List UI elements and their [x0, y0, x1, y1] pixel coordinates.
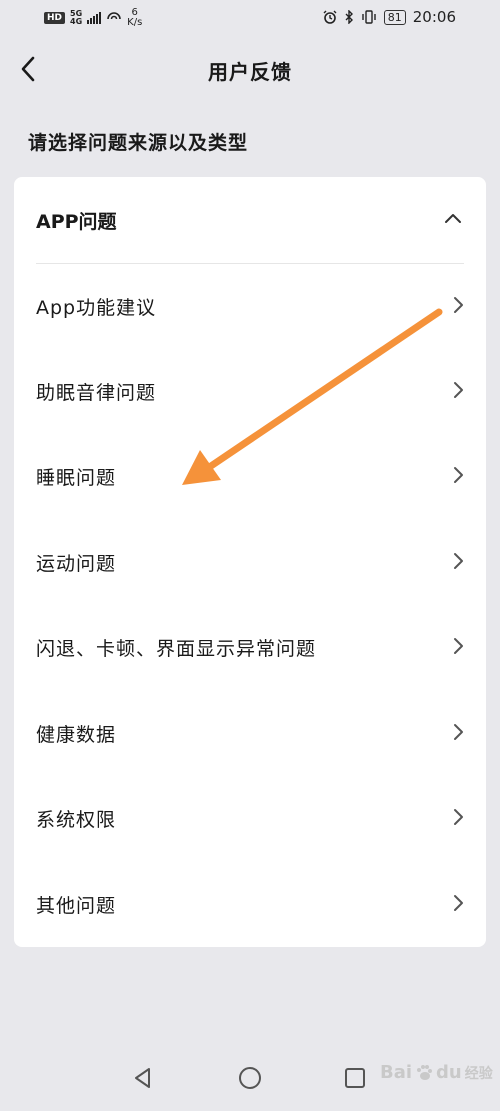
item-label: 睡眠问题 [36, 467, 117, 489]
chevron-right-icon [454, 553, 463, 569]
bluetooth-icon [345, 10, 353, 24]
list-item[interactable]: App功能建议 [14, 265, 486, 349]
network-speed: 6 K/s [127, 8, 142, 28]
hd-badge: HD [44, 12, 66, 24]
item-label: App功能建议 [36, 297, 157, 319]
alarm-icon [323, 10, 337, 24]
status-right: 81 20:06 [323, 8, 456, 26]
baidu-watermark: Bai du 经验 [380, 1062, 493, 1083]
status-time: 20:06 [412, 8, 456, 26]
nav-home-icon[interactable] [237, 1065, 263, 1091]
network-indicator: 5G 4G [70, 10, 82, 26]
chevron-right-icon [454, 724, 463, 740]
network-sub: 4G [70, 17, 83, 26]
item-label: 系统权限 [36, 809, 117, 831]
list-item[interactable]: 助眠音律问题 [14, 350, 486, 434]
item-label: 其他问题 [36, 895, 117, 917]
battery-icon: 81 [383, 9, 406, 25]
chevron-right-icon [454, 895, 463, 911]
list-item[interactable]: 健康数据 [14, 692, 486, 776]
vibrate-icon [362, 10, 376, 24]
watermark-brand: Bai [380, 1062, 413, 1083]
divider [36, 263, 464, 264]
status-bar: HD 5G 4G 6 K/s 81 20:06 [0, 0, 500, 34]
item-label: 运动问题 [36, 553, 117, 575]
chevron-right-icon [454, 638, 463, 654]
list-item[interactable]: 系统权限 [14, 777, 486, 861]
navigation-bar: 用户反馈 [0, 34, 500, 104]
list-item[interactable]: 其他问题 [14, 863, 486, 947]
chevron-right-icon [454, 297, 463, 313]
app-issues-label: APP问题 [36, 211, 117, 233]
list-item[interactable]: 运动问题 [14, 521, 486, 605]
chevron-right-icon [454, 382, 463, 398]
wifi-icon [106, 12, 123, 25]
page-title: 用户反馈 [208, 60, 292, 84]
feedback-category-card: APP问题 App功能建议 助眠音律问题 睡眠问题 运动问题 闪退、卡顿、界面显… [14, 177, 486, 947]
section-title: 请选择问题来源以及类型 [28, 132, 249, 154]
nav-back-icon[interactable] [130, 1065, 156, 1091]
status-left: HD 5G 4G 6 K/s [44, 8, 142, 28]
nav-recents-icon[interactable] [342, 1065, 368, 1091]
speed-unit: K/s [127, 17, 143, 28]
chevron-up-icon [445, 214, 461, 223]
chevron-right-icon [454, 467, 463, 483]
signal-icon [87, 12, 102, 24]
app-issues-header[interactable]: APP问题 [14, 177, 486, 263]
item-label: 闪退、卡顿、界面显示异常问题 [36, 638, 317, 660]
watermark-sub: 经验 [464, 1065, 493, 1082]
item-label: 健康数据 [36, 724, 117, 746]
list-item[interactable]: 闪退、卡顿、界面显示异常问题 [14, 606, 486, 690]
item-label: 助眠音律问题 [36, 382, 157, 404]
list-item[interactable]: 睡眠问题 [14, 435, 486, 519]
watermark-brand-2: du [436, 1062, 462, 1083]
paw-icon [417, 1064, 433, 1080]
chevron-right-icon [454, 809, 463, 825]
